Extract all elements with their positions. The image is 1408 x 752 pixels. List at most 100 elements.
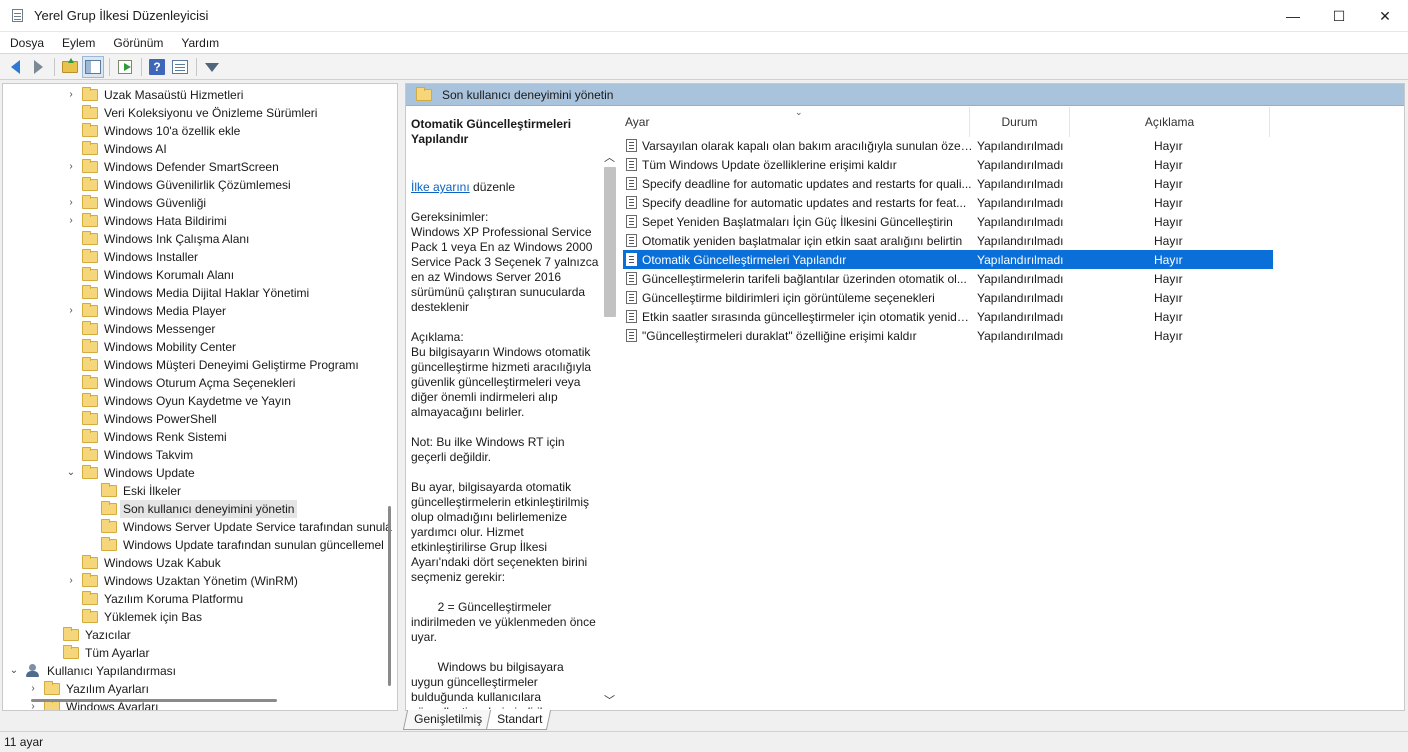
column-status[interactable]: Durum — [970, 107, 1070, 137]
folder-icon — [82, 339, 98, 353]
up-one-level-button[interactable] — [59, 56, 81, 78]
note-text: Not: Bu ilke Windows RT için geçerli değ… — [411, 435, 568, 464]
tree-item-selected[interactable]: Son kullanıcı deneyimini yönetin — [84, 500, 298, 518]
expander-icon[interactable]: › — [27, 680, 39, 698]
back-arrow-icon — [10, 60, 20, 74]
tree-item[interactable]: Yazılım Koruma Platformu — [65, 590, 243, 608]
folder-icon — [101, 519, 117, 533]
tree-item[interactable]: Yazıcılar — [46, 626, 131, 644]
tree-item[interactable]: Windows Oturum Açma Seçenekleri — [65, 374, 295, 392]
toolbar-separator — [109, 58, 110, 76]
policy-row[interactable]: Otomatik yeniden başlatmalar için etkin … — [623, 231, 1273, 250]
folder-icon — [82, 123, 98, 137]
policy-row-selected[interactable]: Otomatik Güncelleştirmeleri Yapılandır Ya… — [623, 250, 1273, 269]
tree-item[interactable]: Windows Güvenilirlik Çözümlemesi — [65, 176, 291, 194]
menu-file[interactable]: Dosya — [0, 33, 52, 53]
policy-row[interactable]: Sepet Yeniden Başlatmaları İçin Güç İlke… — [623, 212, 1273, 231]
tab-standard[interactable]: Standart — [485, 710, 552, 730]
tree-item[interactable]: › Uzak Masaüstü Hizmetleri — [65, 86, 243, 104]
tree-item[interactable]: › Windows Güvenliği — [65, 194, 206, 212]
tree-item[interactable]: Windows PowerShell — [65, 410, 217, 428]
tree-item-windows-update[interactable]: ⌄ Windows Update — [65, 464, 195, 482]
folder-icon — [82, 591, 98, 605]
properties-button[interactable] — [169, 56, 191, 78]
policy-row[interactable]: "Güncelleştirmeleri duraklat" özelliğine… — [623, 326, 1273, 345]
maximize-button[interactable]: ☐ — [1316, 0, 1362, 32]
tree-item[interactable]: › Yazılım Ayarları — [27, 680, 149, 698]
tree-item[interactable]: Windows Renk Sistemi — [65, 428, 227, 446]
filter-button[interactable] — [201, 56, 223, 78]
tree-item[interactable]: Windows 10'a özellik ekle — [65, 122, 240, 140]
expander-icon[interactable]: › — [65, 212, 77, 230]
folder-icon — [82, 159, 98, 173]
edit-policy-link[interactable]: İlke ayarını — [411, 180, 470, 194]
policy-row[interactable]: Specify deadline for automatic updates a… — [623, 193, 1273, 212]
policy-row[interactable]: Tüm Windows Update özelliklerine erişimi… — [623, 155, 1273, 174]
tree-item[interactable]: Windows AI — [65, 140, 167, 158]
description-pane: Otomatik Güncelleştirmeleri Yapılandır İ… — [406, 107, 618, 709]
tree-item[interactable]: Windows Update tarafından sunulan güncel… — [84, 536, 384, 554]
expander-icon[interactable]: › — [65, 194, 77, 212]
expander-icon[interactable]: › — [65, 158, 77, 176]
column-setting[interactable]: Ayar ⌄ — [625, 107, 970, 137]
tree-item[interactable]: Windows Oyun Kaydetme ve Yayın — [65, 392, 291, 410]
tree-item[interactable]: Windows Installer — [65, 248, 198, 266]
tree-item[interactable]: Windows Mobility Center — [65, 338, 236, 356]
menu-view[interactable]: Görünüm — [103, 33, 171, 53]
folder-icon — [101, 483, 117, 497]
description-scrollbar[interactable]: ︿ ﹀ — [602, 147, 618, 709]
policy-setting-icon — [626, 291, 637, 304]
export-list-button[interactable] — [114, 56, 136, 78]
tree-item[interactable]: Yüklemek için Bas — [65, 608, 202, 626]
tree-item[interactable]: Windows Korumalı Alanı — [65, 266, 234, 284]
column-comment[interactable]: Açıklama — [1070, 107, 1270, 137]
back-button[interactable] — [4, 56, 26, 78]
tree-item[interactable]: Windows Müşteri Deneyimi Geliştirme Prog… — [65, 356, 359, 374]
scroll-thumb[interactable] — [604, 167, 616, 317]
menu-action[interactable]: Eylem — [52, 33, 103, 53]
tree-item[interactable]: › Windows Media Player — [65, 302, 226, 320]
tree-item[interactable]: Windows Server Update Service tarafından… — [84, 518, 392, 536]
tree-item[interactable]: Windows Takvim — [65, 446, 193, 464]
tree-item[interactable]: Windows Uzak Kabuk — [65, 554, 221, 572]
policy-row[interactable]: Etkin saatler sırasında güncelleştirmele… — [623, 307, 1273, 326]
tree-item[interactable]: Veri Koleksiyonu ve Önizleme Sürümleri — [65, 104, 317, 122]
menu-help[interactable]: Yardım — [171, 33, 227, 53]
sort-chevron-icon: ⌄ — [795, 107, 803, 117]
folder-icon — [82, 447, 98, 461]
policy-setting-icon — [626, 234, 637, 247]
tree-item-user-configuration[interactable]: ⌄ Kullanıcı Yapılandırması — [8, 662, 176, 680]
expander-icon[interactable]: › — [65, 302, 77, 320]
close-button[interactable]: ✕ — [1362, 0, 1408, 32]
tree-item[interactable]: › Windows Hata Bildirimi — [65, 212, 227, 230]
folder-icon — [82, 321, 98, 335]
folder-icon — [82, 87, 98, 101]
policy-row[interactable]: Varsayılan olarak kapalı olan bakım arac… — [623, 136, 1273, 155]
tab-extended[interactable]: Genişletilmiş — [402, 710, 492, 730]
tree-item[interactable]: Windows Ink Çalışma Alanı — [65, 230, 249, 248]
requirements-text: Gereksinimler: Windows XP Professional S… — [411, 210, 599, 314]
tree-horizontal-scrollbar[interactable] — [31, 699, 277, 702]
forward-button[interactable] — [27, 56, 49, 78]
policy-row[interactable]: Güncelleştirmelerin tarifeli bağlantılar… — [623, 269, 1273, 288]
tree-item[interactable]: › Windows Uzaktan Yönetim (WinRM) — [65, 572, 298, 590]
tree-item[interactable]: Windows Media Dijital Haklar Yönetimi — [65, 284, 309, 302]
expander-icon[interactable]: › — [65, 86, 77, 104]
tree-item[interactable]: Windows Messenger — [65, 320, 215, 338]
tree-item[interactable]: Eski İlkeler — [84, 482, 181, 500]
tree-item[interactable]: › Windows Defender SmartScreen — [65, 158, 279, 176]
collapse-icon[interactable]: ⌄ — [8, 662, 20, 680]
expander-icon[interactable]: › — [65, 572, 77, 590]
policy-row[interactable]: Güncelleştirme bildirimleri için görüntü… — [623, 288, 1273, 307]
help-button[interactable]: ? — [146, 56, 168, 78]
policy-setting-icon — [626, 329, 637, 342]
scroll-down-icon[interactable]: ﹀ — [604, 692, 615, 708]
filter-icon — [205, 62, 219, 72]
tree-item[interactable]: Tüm Ayarlar — [46, 644, 149, 662]
show-hide-tree-button[interactable] — [82, 56, 104, 78]
minimize-button[interactable]: — — [1270, 0, 1316, 32]
tree-vertical-scrollbar[interactable] — [388, 506, 391, 686]
policy-row[interactable]: Specify deadline for automatic updates a… — [623, 174, 1273, 193]
scroll-up-icon[interactable]: ︿ — [604, 149, 615, 165]
collapse-icon[interactable]: ⌄ — [65, 464, 77, 482]
